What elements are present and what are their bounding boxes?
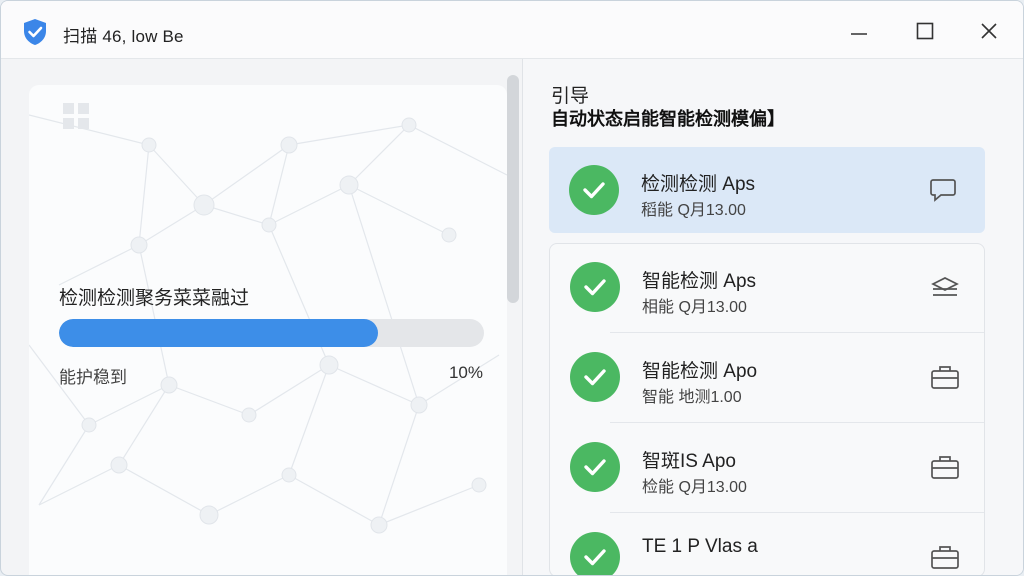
list-item[interactable]: 智能检测 Apo 智能 地测1.00: [550, 334, 986, 420]
left-scrollbar[interactable]: [507, 71, 519, 575]
scan-progress-bar: [59, 319, 484, 347]
left-scrollbar-thumb[interactable]: [507, 75, 519, 303]
list-item[interactable]: 检测检测 Aps 稻能 Q月13.00: [549, 147, 985, 233]
check-icon: [570, 262, 620, 312]
briefcase-icon[interactable]: [930, 544, 960, 570]
scan-progress-panel: 检测检测聚务菜菜融过 能护稳到 10%: [29, 85, 507, 575]
shield-icon: [21, 18, 49, 46]
list-item-meta: 相能 Q月13.00: [642, 299, 747, 316]
maximize-icon: [916, 22, 934, 40]
scan-percent-label: 10%: [448, 363, 483, 382]
briefcase-icon[interactable]: [930, 454, 960, 480]
list-separator: [610, 332, 984, 333]
title-bar[interactable]: 扫描 46, low Be: [1, 1, 1023, 59]
list-item-meta: 智能 地测1.00: [642, 389, 742, 406]
scan-task-label: 检测检测聚务菜菜融过: [59, 288, 250, 309]
briefcase-icon[interactable]: [930, 364, 960, 390]
guide-subheading: 自动状态启能智能检测模偏】: [551, 109, 785, 129]
list-item-name: 智能检测 Aps: [642, 271, 757, 292]
list-item[interactable]: 智斑IS Apo 检能 Q月13.00: [550, 424, 986, 510]
guide-heading: 引导: [551, 86, 590, 107]
check-icon: [570, 532, 620, 575]
list-item-meta: 稻能 Q月13.00: [641, 202, 746, 219]
app-grid-icon: [61, 101, 91, 136]
list-item-name: 智斑IS Apo: [642, 451, 736, 472]
minimize-button[interactable]: [841, 15, 877, 47]
list-item[interactable]: 智能检测 Aps 相能 Q月13.00: [550, 244, 986, 330]
list-item-name: 智能检测 Apo: [642, 361, 758, 382]
list-item-name: TE 1 P Vlas a: [642, 536, 758, 557]
scan-progress-fill: [59, 319, 378, 347]
list-item-name: 检测检测 Aps: [641, 174, 756, 195]
list-separator: [610, 512, 984, 513]
app-list: 智能检测 Aps 相能 Q月13.00 智能检测 Apo 智能 地测1.00 智…: [549, 243, 986, 575]
list-item-meta: 检能 Q月13.00: [642, 479, 747, 496]
list-separator: [610, 422, 984, 423]
minimize-icon: [851, 33, 867, 35]
check-icon: [570, 352, 620, 402]
window-title: 扫描 46, low Be: [63, 27, 184, 46]
close-icon: [981, 23, 997, 39]
check-icon: [570, 442, 620, 492]
guide-panel: 引导 自动状态启能智能检测模偏】 检测检测 Aps 稻能 Q月13.00 智能检…: [523, 59, 1023, 575]
layers-icon[interactable]: [930, 274, 960, 300]
close-button[interactable]: [971, 15, 1007, 47]
check-icon: [569, 165, 619, 215]
maximize-button[interactable]: [907, 15, 943, 47]
scan-status-label: 能护稳到: [59, 368, 127, 387]
app-window: 扫描 46, low Be 检测检测聚务菜菜融过 能护稳到 10% 引导 自动状…: [0, 0, 1024, 576]
chat-bubble-icon[interactable]: [929, 177, 959, 203]
list-item[interactable]: TE 1 P Vlas a: [550, 514, 986, 575]
